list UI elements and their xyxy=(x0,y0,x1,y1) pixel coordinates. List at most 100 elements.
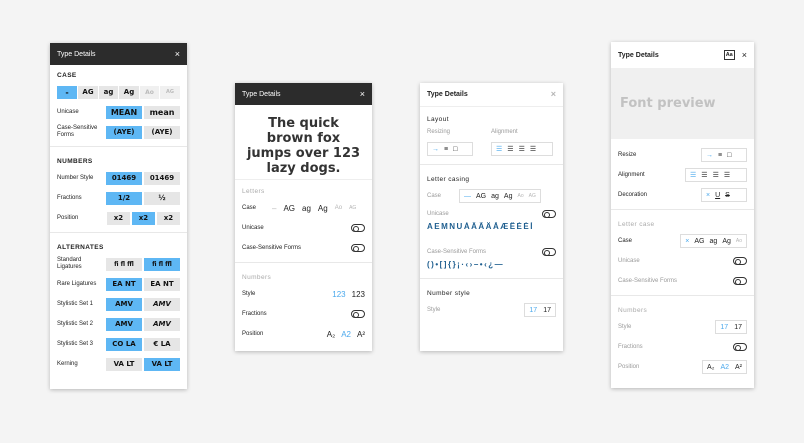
style-row: Style 17 17 xyxy=(611,317,754,337)
case-option-small-caps[interactable]: Ao xyxy=(736,238,742,244)
align-right-icon[interactable]: ☰ xyxy=(713,171,719,179)
no-decoration-icon[interactable]: × xyxy=(706,192,710,199)
auto-height-icon[interactable]: ≡ xyxy=(444,146,448,153)
std-ligatures-option-on[interactable]: fi fl ffl xyxy=(144,257,180,271)
fractions-option-off[interactable]: 1/2 xyxy=(106,191,142,205)
align-justify-icon[interactable]: ☰ xyxy=(724,171,730,179)
case-option-none[interactable]: - xyxy=(57,85,77,99)
csf-glyphs: ()•[]{}¡·‹›–•‹¿— xyxy=(427,260,505,269)
csf-toggle[interactable] xyxy=(733,277,747,285)
auto-height-icon[interactable]: ≡ xyxy=(718,152,722,159)
case-sensitive-option-on[interactable]: (AYE) xyxy=(106,125,142,139)
align-right-icon[interactable]: ☰ xyxy=(519,145,525,153)
close-icon[interactable]: × xyxy=(551,90,556,99)
align-justify-icon[interactable]: ☰ xyxy=(530,145,536,153)
position-option-subscript[interactable]: A₂ xyxy=(707,364,714,371)
letter-casing-heading: Letter casing xyxy=(427,176,470,183)
case-option-none[interactable]: × xyxy=(685,238,689,245)
fixed-size-icon[interactable]: □ xyxy=(727,152,731,159)
underline-icon[interactable]: U xyxy=(715,192,720,199)
case-option-title[interactable]: Ag xyxy=(504,193,513,200)
case-option-small-caps[interactable]: Ao xyxy=(140,85,159,99)
position-option-superscript[interactable]: A² xyxy=(357,330,365,339)
alignment-control: ☰ ☰ ☰ ☰ xyxy=(491,142,553,156)
case-option-all-small-caps[interactable]: AG xyxy=(349,205,356,211)
fractions-toggle[interactable] xyxy=(351,310,365,318)
case-option-none[interactable]: – xyxy=(272,204,276,213)
fixed-size-icon[interactable]: □ xyxy=(453,146,457,153)
style-option-lining[interactable]: 17 xyxy=(720,324,728,331)
case-option-upper[interactable]: AG xyxy=(694,238,704,245)
stylistic-set-1-option-on[interactable]: AMV xyxy=(144,297,180,311)
close-icon[interactable]: × xyxy=(175,49,180,59)
std-ligatures-option-off[interactable]: fi fl ffl xyxy=(106,257,142,271)
panel-header: Type Details × xyxy=(50,43,187,65)
align-center-icon[interactable]: ☰ xyxy=(701,171,707,179)
close-icon[interactable]: × xyxy=(742,50,747,60)
case-option-upper[interactable]: AG xyxy=(283,204,295,213)
number-style-option-lining[interactable]: 01469 xyxy=(106,171,142,185)
case-option-title[interactable]: Ag xyxy=(722,238,731,245)
position-option-subscript[interactable]: x2 xyxy=(107,211,130,225)
fractions-toggle[interactable] xyxy=(733,343,747,351)
csf-toggle[interactable] xyxy=(542,248,556,256)
rare-ligatures-option-on[interactable]: EA NT xyxy=(144,277,180,291)
stylistic-set-3-option-off[interactable]: CO LA xyxy=(106,337,142,351)
case-option-title[interactable]: Ag xyxy=(318,204,328,213)
style-label: Style xyxy=(618,324,632,330)
position-option-normal[interactable]: A2 xyxy=(720,364,729,371)
type-details-panel-2: Type Details × The quick brown fox jumps… xyxy=(235,83,372,351)
case-option-small-caps[interactable]: Ao xyxy=(335,205,342,211)
case-option-title[interactable]: Ag xyxy=(119,85,139,99)
align-left-icon[interactable]: ☰ xyxy=(496,145,502,153)
unicase-toggle[interactable] xyxy=(542,210,556,218)
auto-width-icon[interactable]: → xyxy=(432,146,439,153)
stylistic-set-2-option-on[interactable]: AMV xyxy=(144,317,180,331)
case-option-none[interactable]: — xyxy=(464,193,471,200)
case-option-upper[interactable]: AG xyxy=(78,85,98,99)
rare-ligatures-option-off[interactable]: EA NT xyxy=(106,277,142,291)
style-option-oldstyle[interactable]: 17 xyxy=(543,307,551,314)
kerning-option-on[interactable]: VA LT xyxy=(144,357,180,371)
unicase-toggle[interactable] xyxy=(351,224,365,232)
position-option-superscript[interactable]: A² xyxy=(735,364,742,371)
unicase-option-off[interactable]: mean xyxy=(144,105,180,119)
style-option-oldstyle[interactable]: 17 xyxy=(734,324,742,331)
kerning-option-off[interactable]: VA LT xyxy=(106,357,142,371)
number-style-option-oldstyle[interactable]: 01469 xyxy=(144,171,180,185)
stylistic-set-1-option-off[interactable]: AMV xyxy=(106,297,142,311)
divider xyxy=(420,278,563,279)
stylistic-set-2-option-off[interactable]: AMV xyxy=(106,317,142,331)
position-option-superscript[interactable]: x2 xyxy=(157,211,180,225)
case-option-lower[interactable]: ag xyxy=(302,204,311,213)
fractions-label: Fractions xyxy=(242,311,267,317)
stylistic-set-3-option-on[interactable]: € LA xyxy=(144,337,180,351)
style-option-oldstyle[interactable]: 123 xyxy=(352,290,365,299)
case-option-all-small-caps[interactable]: AG xyxy=(160,85,180,99)
align-center-icon[interactable]: ☰ xyxy=(507,145,513,153)
strikethrough-icon[interactable]: S xyxy=(725,192,730,199)
style-control: 17 17 xyxy=(715,320,747,334)
style-option-lining[interactable]: 17 xyxy=(529,307,537,314)
case-option-lower[interactable]: ag xyxy=(99,85,118,99)
style-option-lining[interactable]: 123 xyxy=(332,290,345,299)
case-option-small-caps[interactable]: Ao xyxy=(517,193,523,199)
auto-width-icon[interactable]: → xyxy=(706,152,713,159)
text-style-icon[interactable]: Aa xyxy=(723,50,735,60)
case-option-upper[interactable]: AG xyxy=(476,193,486,200)
case-option-lower[interactable]: ag xyxy=(491,193,499,200)
unicase-toggle[interactable] xyxy=(733,257,747,265)
position-option-normal[interactable]: A2 xyxy=(341,330,351,339)
position-option-subscript[interactable]: A₂ xyxy=(327,330,335,339)
csf-toggle[interactable] xyxy=(351,244,365,252)
position-option-normal[interactable]: x2 xyxy=(132,211,155,225)
case-sensitive-option-off[interactable]: (AYE) xyxy=(144,125,180,139)
csf-label: Case-Sensitive Forms xyxy=(242,245,302,251)
case-option-lower[interactable]: ag xyxy=(710,238,718,245)
close-icon[interactable]: × xyxy=(360,89,365,99)
case-option-all-small-caps[interactable]: AG xyxy=(529,193,536,199)
fractions-option-on[interactable]: ½ xyxy=(144,191,180,205)
align-left-icon[interactable]: ☰ xyxy=(690,171,696,179)
unicase-option-on[interactable]: MEAN xyxy=(106,105,142,119)
csf-row: Case-Sensitive Forms xyxy=(611,271,754,291)
